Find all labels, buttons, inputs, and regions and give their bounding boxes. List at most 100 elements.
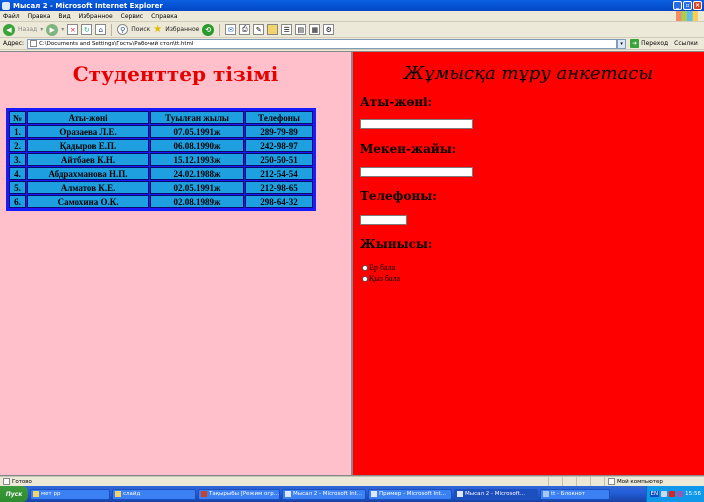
favorites-star-icon[interactable]: ★ — [153, 24, 162, 35]
gender-option-male[interactable]: Ер бала — [362, 263, 395, 272]
table-cell: 02.05.1991ж — [150, 181, 245, 194]
window-controls: _ ▫ × — [673, 1, 702, 10]
forward-dropdown-icon[interactable]: ▾ — [61, 26, 64, 33]
address-bar: Адрес: C:\Documents and Settings\Гость\Р… — [0, 38, 704, 50]
address-value: C:\Documents and Settings\Гость\Рабочий … — [39, 40, 194, 47]
taskbar-item-label: Мысал 2 - Microsoft... — [465, 491, 526, 497]
table-cell: Қадыров Е.П. — [27, 139, 150, 152]
taskbar-item[interactable]: tt - Блокнот — [540, 488, 610, 500]
language-indicator[interactable]: EN — [649, 491, 660, 497]
history-icon[interactable]: ⟲ — [202, 23, 215, 36]
antivirus-icon[interactable] — [669, 491, 676, 497]
table-cell: 24.02.1988ж — [150, 167, 245, 180]
name-label: Аты-жөні: — [360, 95, 433, 109]
name-input[interactable] — [360, 119, 473, 129]
table-cell: 1. — [9, 125, 27, 138]
search-icon[interactable]: ⚲ — [117, 24, 129, 35]
start-button[interactable]: Пуск — [0, 486, 28, 502]
messenger-icon[interactable]: ☰ — [281, 24, 293, 35]
folder-icon — [115, 491, 121, 497]
page-content: Студенттер тізімі № Аты-жөні Туылған жыл… — [0, 51, 704, 476]
address-input[interactable]: C:\Documents and Settings\Гость\Рабочий … — [27, 38, 618, 49]
gender-option-label: Ер бала — [369, 263, 396, 272]
status-bar: Готово Мой компьютер — [0, 476, 704, 487]
table-header-row: № Аты-жөні Туылған жылы Телефоны — [9, 111, 314, 124]
menu-bar: Файл Правка Вид Избранное Сервис Справка — [0, 11, 704, 22]
edit-icon[interactable]: ✎ — [253, 24, 265, 35]
address-field-input[interactable] — [360, 167, 473, 177]
media-icon[interactable]: ▦ — [309, 24, 321, 35]
status-panel — [548, 476, 562, 487]
print-icon[interactable]: ⎙ — [239, 24, 251, 35]
taskbar-item[interactable]: Тақырыбы [Режим огр... — [198, 488, 280, 500]
ie-icon — [2, 1, 10, 10]
status-panel — [576, 476, 590, 487]
back-dropdown-icon[interactable]: ▾ — [40, 26, 43, 33]
page-status-icon — [3, 478, 10, 485]
table-cell: Самохина О.К. — [27, 195, 150, 208]
table-cell: Айтбаев К.Н. — [27, 153, 150, 166]
powerpoint-icon — [201, 491, 207, 497]
table-cell: 212-54-54 — [245, 167, 314, 180]
menu-file[interactable]: Файл — [3, 13, 20, 20]
table-cell: 2. — [9, 139, 27, 152]
table-header-cell: Телефоны — [245, 111, 314, 124]
table-cell: 07.05.1991ж — [150, 125, 245, 138]
menu-favorites[interactable]: Избранное — [79, 13, 113, 20]
taskbar-item[interactable]: слайд — [112, 488, 196, 500]
phone-input[interactable] — [360, 215, 407, 225]
radio-button[interactable] — [362, 275, 368, 282]
ie-icon — [285, 491, 291, 497]
go-button[interactable]: ➜ Переход — [630, 39, 668, 48]
window-title: Мысал 2 - Microsoft Internet Explorer — [13, 1, 163, 10]
home-icon[interactable]: ⌂ — [95, 24, 107, 35]
taskbar-item-label: Мысал 2 - Microsoft Int... — [293, 491, 363, 497]
address-field-label: Мекен-жайы: — [360, 142, 457, 156]
menu-view[interactable]: Вид — [58, 13, 70, 20]
maximize-button[interactable]: ▫ — [683, 1, 692, 10]
gender-option-label: Қыз бала — [369, 274, 401, 283]
tools-icon[interactable]: ⚙ — [323, 24, 335, 35]
page-icon — [30, 40, 38, 47]
stop-icon[interactable]: × — [67, 24, 79, 35]
table-row: 3. Айтбаев К.Н. 15.12.1993ж 250-50-51 — [9, 153, 314, 166]
taskbar-item[interactable]: Пример - Microsoft Int... — [368, 488, 452, 500]
mail-icon[interactable]: ✉ — [225, 24, 237, 35]
taskbar-item[interactable]: мет рр — [30, 488, 110, 500]
status-text: Готово — [12, 478, 32, 485]
forward-arrow-icon[interactable]: ▶ — [46, 23, 59, 36]
status-panels: Мой компьютер — [548, 476, 704, 487]
table-row: 5. Алматов К.Е. 02.05.1991ж 212-98-65 — [9, 181, 314, 194]
tray-app-icon[interactable] — [677, 491, 684, 497]
table-cell: 02.08.1989ж — [150, 195, 245, 208]
table-header-cell: Аты-жөні — [27, 111, 150, 124]
refresh-icon[interactable]: ↻ — [81, 24, 93, 35]
computer-icon — [608, 478, 615, 485]
back-button-label[interactable]: Назад — [18, 26, 37, 33]
table-header-cell: № — [9, 111, 27, 124]
menu-tools[interactable]: Сервис — [121, 13, 143, 20]
close-button[interactable]: × — [693, 1, 702, 10]
minimize-button[interactable]: _ — [673, 1, 682, 10]
menu-edit[interactable]: Правка — [28, 13, 51, 20]
table-cell: 6. — [9, 195, 27, 208]
left-frame: Студенттер тізімі № Аты-жөні Туылған жыл… — [0, 52, 351, 475]
address-dropdown-icon[interactable]: ▾ — [617, 38, 627, 49]
taskbar-item-active[interactable]: Мысал 2 - Microsoft... — [454, 488, 538, 500]
research-icon[interactable]: ▤ — [295, 24, 307, 35]
go-arrow-icon: ➜ — [630, 39, 640, 48]
back-arrow-icon[interactable]: ◀ — [3, 23, 15, 36]
taskbar-item[interactable]: Мысал 2 - Microsoft Int... — [282, 488, 366, 500]
students-table: № Аты-жөні Туылған жылы Телефоны 1. Ораз… — [6, 108, 317, 211]
links-label[interactable]: Ссылки — [674, 40, 698, 47]
network-icon[interactable] — [661, 491, 668, 497]
table-cell: 3. — [9, 153, 27, 166]
radio-button[interactable] — [362, 264, 368, 271]
phone-label: Телефоны: — [360, 189, 437, 203]
folder-icon[interactable] — [267, 24, 279, 35]
menu-help[interactable]: Справка — [151, 13, 177, 20]
table-row: 6. Самохина О.К. 02.08.1989ж 298-64-32 — [9, 195, 314, 208]
favorites-button-label[interactable]: Избранное — [165, 26, 199, 33]
search-button-label[interactable]: Поиск — [131, 26, 150, 33]
gender-option-female[interactable]: Қыз бала — [362, 274, 400, 283]
